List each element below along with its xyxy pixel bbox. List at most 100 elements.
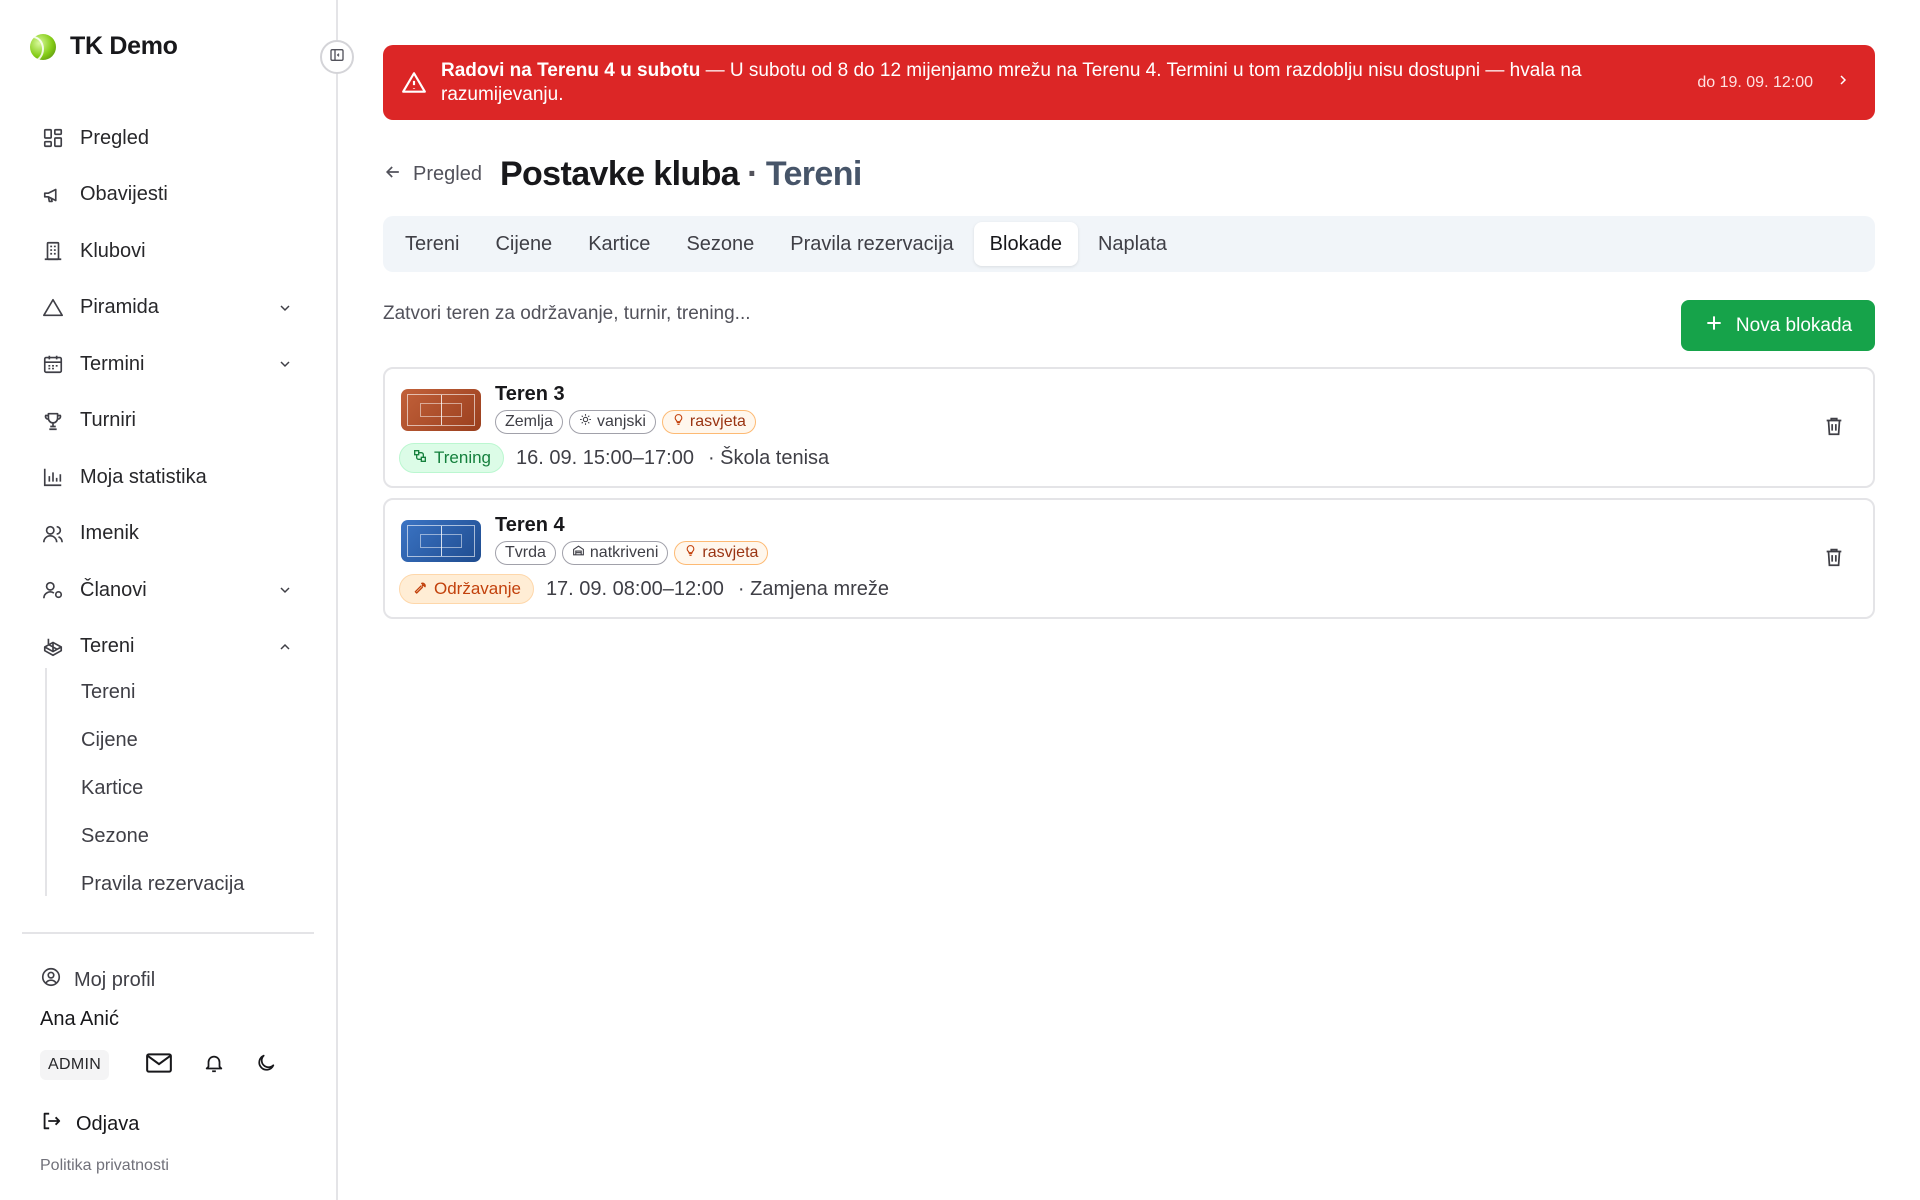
surface-tag: Zemlja [495, 410, 564, 434]
lighting-label: rasvjeta [689, 413, 746, 430]
logout-label: Odjava [76, 1112, 140, 1135]
user-circle-icon [40, 966, 62, 994]
page-subtitle: Tereni [765, 155, 863, 193]
trash-icon [1823, 415, 1845, 442]
announcement-banner[interactable]: Radovi na Terenu 4 u subotu — U subotu o… [383, 45, 1875, 120]
sidebar-item-imenik[interactable]: Imenik [28, 506, 308, 563]
brand[interactable]: TK Demo [30, 32, 178, 61]
sidebar-item-label: Termini [80, 352, 145, 375]
sidebar-item-moja-statistika[interactable]: Moja statistika [28, 449, 308, 506]
sidebar-item-label: Moja statistika [80, 465, 207, 488]
subnav-item-sezone[interactable]: Sezone [47, 812, 305, 860]
tab-tereni[interactable]: Tereni [389, 222, 475, 266]
sidebar-item-pregled[interactable]: Pregled [28, 110, 308, 167]
triangle-icon [40, 295, 66, 321]
banner-text: Radovi na Terenu 4 u subotu — U subotu o… [441, 59, 1697, 107]
title-separator: · [747, 155, 758, 193]
subnav-item-cijene[interactable]: Cijene [47, 716, 305, 764]
dashboard-icon [40, 125, 66, 151]
subnav-item-pravila-rezervacija[interactable]: Pravila rezervacija [47, 860, 305, 908]
user-name: Ana Anić [40, 1008, 119, 1030]
chevron-down-icon[interactable] [276, 299, 294, 317]
lighting-label: rasvjeta [702, 544, 759, 561]
location-label: natkriveni [589, 544, 659, 561]
bell-icon[interactable] [203, 1052, 225, 1079]
user-row: ADMIN [40, 1050, 277, 1080]
tab-naplata[interactable]: Naplata [1082, 222, 1183, 266]
sidebar-item-label: Članovi [80, 578, 147, 601]
location-tag: natkriveni [561, 541, 669, 565]
sun-icon [579, 413, 592, 431]
indoor-icon [572, 544, 585, 562]
chevron-down-icon[interactable] [276, 355, 294, 373]
sidebar-item-termini[interactable]: Termini [28, 336, 308, 393]
tab-kartice[interactable]: Kartice [572, 222, 666, 266]
tennis-ball-icon [30, 33, 56, 60]
delete-block-button[interactable] [1821, 546, 1847, 572]
chevron-up-icon[interactable] [276, 638, 294, 656]
sidebar-item-clanovi[interactable]: Članovi [28, 562, 308, 619]
logout-button[interactable]: Odjava [40, 1110, 139, 1138]
subnav-item-kartice[interactable]: Kartice [47, 764, 305, 812]
tab-cijene[interactable]: Cijene [479, 222, 568, 266]
brand-name: TK Demo [70, 32, 178, 60]
block-note: · Zamjena mreže [737, 577, 890, 600]
block-type-label: Trening [434, 448, 492, 467]
collapse-sidebar-button[interactable] [320, 40, 354, 74]
main-nav: Pregled Obavijesti Klubovi Piramida Term… [28, 110, 308, 675]
chevron-right-icon[interactable] [1835, 72, 1851, 93]
block-type-badge: Održavanje [399, 574, 534, 604]
sidebar-item-piramida[interactable]: Piramida [28, 280, 308, 337]
warning-icon [401, 70, 427, 96]
sidebar-item-turniri[interactable]: Turniri [28, 393, 308, 450]
mail-icon[interactable] [145, 1051, 173, 1080]
tab-blokade[interactable]: Blokade [973, 222, 1078, 266]
profile-link[interactable]: Moj profil [40, 966, 155, 994]
lighting-tag: rasvjeta [661, 410, 756, 434]
location-tag: vanjski [569, 410, 656, 434]
lightbulb-icon [672, 413, 685, 431]
back-label: Pregled [413, 163, 482, 185]
sidebar-item-label: Pregled [80, 126, 149, 149]
sidebar-item-klubovi[interactable]: Klubovi [28, 223, 308, 280]
chevron-down-icon[interactable] [276, 581, 294, 599]
sidebar-subnav-tereni: Tereni Cijene Kartice Sezone Pravila rez… [45, 668, 305, 896]
sidebar: TK Demo Pregled Obavijesti Klubovi Piram… [0, 0, 338, 1200]
court-tags: Zemlja vanjski rasvjeta [495, 410, 756, 434]
block-type-label: Održavanje [434, 579, 521, 598]
block-type-badge: Trening [399, 443, 505, 473]
sidebar-item-label: Klubovi [80, 239, 146, 262]
court-thumbnail [401, 389, 481, 431]
page-title-main: Postavke kluba [499, 155, 740, 193]
sidebar-divider [22, 932, 314, 934]
moon-icon[interactable] [255, 1052, 277, 1079]
user-cog-icon [40, 577, 66, 603]
role-badge: ADMIN [40, 1050, 110, 1080]
profile-label: Moj profil [74, 968, 156, 991]
sidebar-item-label: Piramida [80, 296, 159, 319]
subnav-item-tereni[interactable]: Tereni [47, 668, 305, 716]
training-icon [412, 448, 428, 469]
privacy-link[interactable]: Politika privatnosti [40, 1157, 169, 1175]
new-block-button[interactable]: Nova blokada [1681, 300, 1875, 351]
delete-block-button[interactable] [1821, 415, 1847, 441]
page-title: Postavke kluba · Tereni [500, 155, 862, 194]
back-link[interactable]: Pregled [383, 162, 482, 188]
sidebar-item-tereni[interactable]: Tereni [28, 619, 308, 676]
plus-icon [1704, 313, 1724, 339]
tab-sezone[interactable]: Sezone [670, 222, 770, 266]
court-tags: Tvrda natkriveni rasvjeta [495, 541, 769, 565]
users-icon [40, 521, 66, 547]
sidebar-item-label: Tereni [80, 635, 135, 658]
block-details: Trening 16. 09. 15:00–17:00 · Škola teni… [399, 443, 829, 473]
wrench-icon [412, 579, 428, 600]
panel-left-icon [329, 47, 345, 68]
court-icon [40, 634, 66, 660]
court-thumbnail [401, 520, 481, 562]
block-time: 16. 09. 15:00–17:00 [516, 446, 694, 469]
lighting-tag: rasvjeta [674, 541, 769, 565]
page-header: Pregled Postavke kluba · Tereni [383, 155, 862, 194]
sidebar-item-obavijesti[interactable]: Obavijesti [28, 167, 308, 224]
block-card: Teren 3 Zemlja vanjski rasvjeta Trening … [383, 367, 1875, 488]
tab-pravila-rezervacija[interactable]: Pravila rezervacija [774, 222, 969, 266]
